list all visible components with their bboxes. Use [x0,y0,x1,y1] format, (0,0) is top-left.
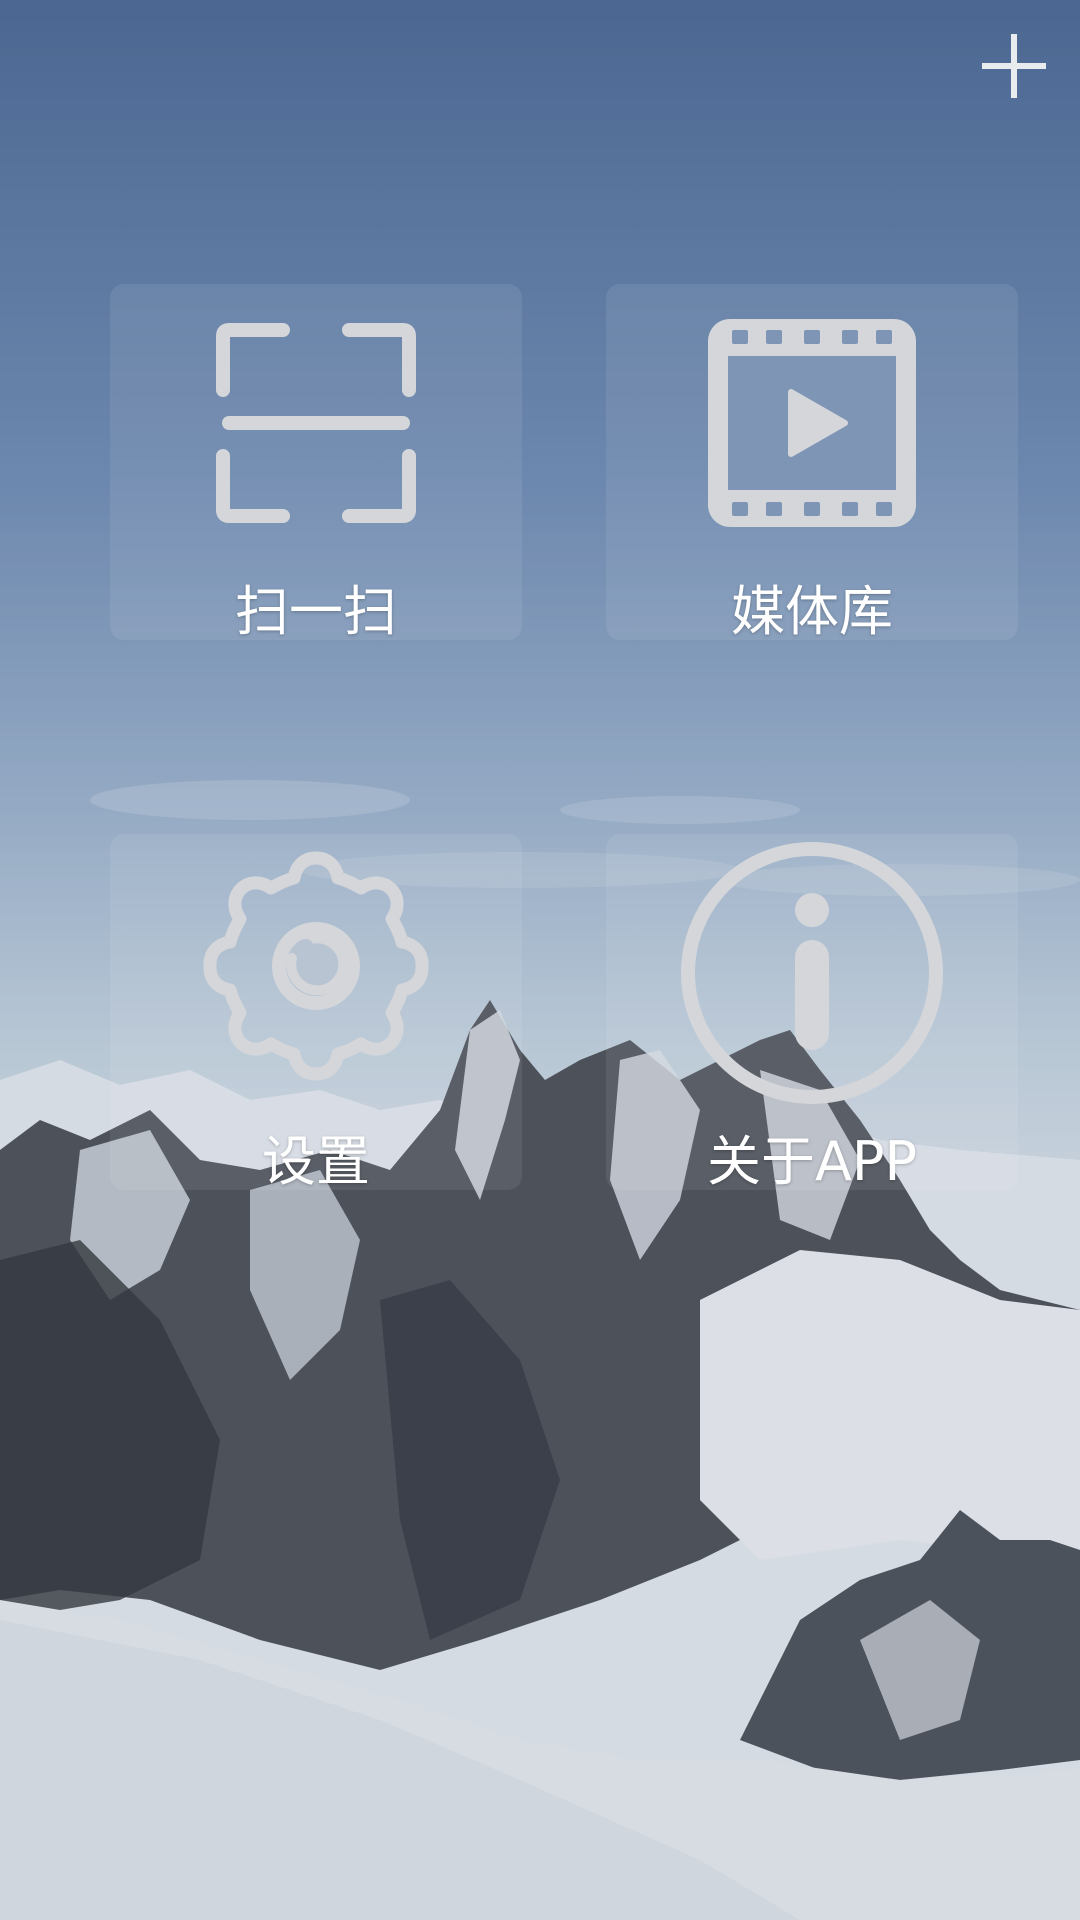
settings-tile[interactable]: 设置 [110,834,522,1193]
scan-tile[interactable]: 扫一扫 [110,284,522,643]
media-library-label: 媒体库 [731,580,893,643]
plus-icon [982,34,1046,98]
about-tile[interactable]: 关于APP [606,834,1018,1193]
settings-label: 设置 [262,1130,370,1193]
info-icon [681,842,943,1104]
home-screen: 扫一扫 媒体库 设置 关于APP [0,0,1080,1920]
gear-icon [203,851,429,1081]
add-button[interactable] [978,30,1050,102]
about-label: 关于APP [706,1130,918,1193]
scan-label: 扫一扫 [235,580,397,643]
scan-icon [216,323,416,523]
media-library-tile[interactable]: 媒体库 [606,284,1018,643]
video-library-icon [708,319,916,527]
